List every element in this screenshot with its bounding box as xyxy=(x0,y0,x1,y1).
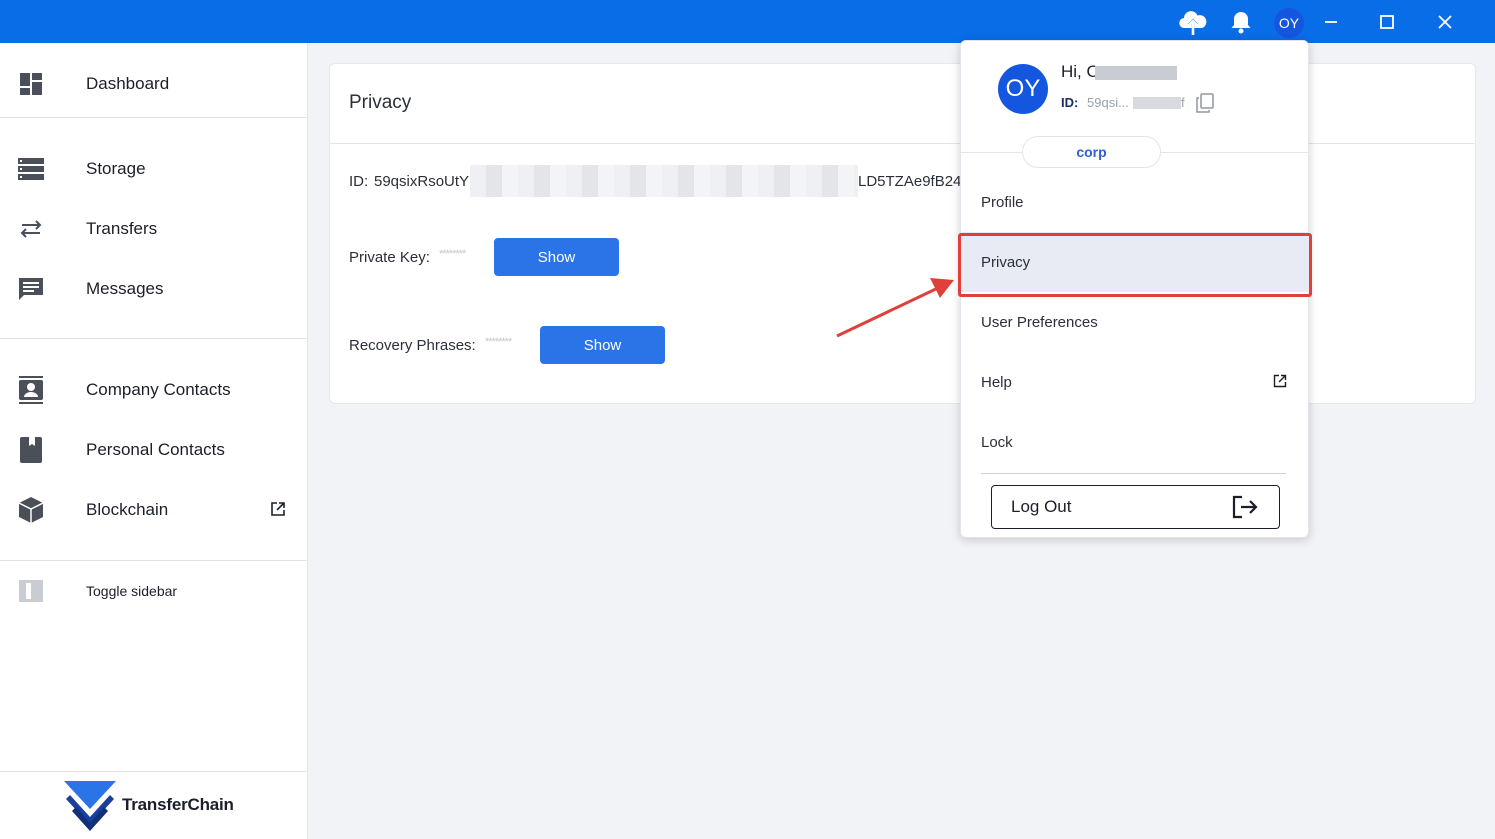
divider xyxy=(981,473,1286,474)
dropdown-avatar: OY xyxy=(998,64,1048,114)
private-key-masked: ******** xyxy=(439,248,466,260)
show-private-key-button[interactable]: Show xyxy=(494,238,619,276)
id-prefix: 59qsixRsoUtY xyxy=(374,173,470,190)
organization-label: corp xyxy=(1076,144,1107,160)
divider xyxy=(0,338,307,339)
personal-contacts-icon xyxy=(18,437,44,463)
logout-button[interactable]: Log Out xyxy=(991,485,1280,529)
divider xyxy=(0,771,307,772)
toggle-sidebar-button[interactable]: Toggle sidebar xyxy=(0,566,307,616)
sidebar-item-messages[interactable]: Messages xyxy=(0,264,307,314)
dropdown-id-value: 59qsi... xyxy=(1087,95,1129,110)
greeting: Hi, O xyxy=(1061,62,1100,81)
menu-item-label: User Preferences xyxy=(981,313,1098,331)
menu-item-label: Help xyxy=(981,373,1012,391)
sidebar-item-dashboard[interactable]: Dashboard xyxy=(0,59,307,109)
page-title: Privacy xyxy=(349,92,412,113)
sidebar-item-personal-contacts[interactable]: Personal Contacts xyxy=(0,425,307,475)
sidebar-toggle-icon xyxy=(18,578,44,604)
copy-icon[interactable] xyxy=(1195,93,1215,113)
show-label: Show xyxy=(537,248,576,266)
cloud-upload-icon[interactable] xyxy=(1169,0,1217,43)
external-link-icon xyxy=(1273,374,1289,390)
storage-icon xyxy=(18,156,44,182)
title-bar: OY xyxy=(0,0,1495,43)
menu-item-help[interactable]: Help xyxy=(961,352,1310,412)
id-suffix: LD5TZAe9fB24 xyxy=(858,173,962,190)
name-redaction xyxy=(1095,66,1177,80)
menu-item-label: Lock xyxy=(981,433,1013,451)
company-contacts-icon xyxy=(18,376,44,404)
sidebar-item-transfers[interactable]: Transfers xyxy=(0,204,307,254)
dashboard-icon xyxy=(18,71,44,97)
id-redaction xyxy=(470,165,858,197)
close-icon[interactable] xyxy=(1421,0,1469,43)
sidebar-item-label: Messages xyxy=(86,279,164,298)
sidebar-item-label: Company Contacts xyxy=(86,380,231,399)
transferchain-logo-icon xyxy=(64,781,116,831)
divider xyxy=(0,560,307,561)
private-key-label: Private Key: xyxy=(349,249,430,266)
messages-icon xyxy=(18,276,44,302)
maximize-icon[interactable] xyxy=(1363,0,1411,43)
toggle-sidebar-label: Toggle sidebar xyxy=(86,583,178,599)
recovery-phrases-label: Recovery Phrases: xyxy=(349,337,476,354)
id-redaction xyxy=(1133,97,1181,109)
recovery-phrases-masked: ******** xyxy=(485,336,512,348)
menu-item-user-preferences[interactable]: User Preferences xyxy=(961,292,1310,352)
show-label: Show xyxy=(583,336,622,354)
sidebar-item-label: Storage xyxy=(86,159,146,178)
menu-item-lock[interactable]: Lock xyxy=(961,412,1310,472)
bell-icon[interactable] xyxy=(1217,0,1265,43)
menu-item-label: Profile xyxy=(981,193,1024,211)
logout-label: Log Out xyxy=(1011,497,1072,516)
avatar-button[interactable]: OY xyxy=(1274,8,1304,38)
transfers-icon xyxy=(18,216,44,242)
transferchain-logo: TransferChain xyxy=(62,779,234,831)
divider xyxy=(0,117,307,118)
sidebar-item-blockchain[interactable]: Blockchain xyxy=(0,485,307,535)
sidebar-item-label: Personal Contacts xyxy=(86,440,225,459)
show-recovery-phrases-button[interactable]: Show xyxy=(540,326,665,364)
organization-badge[interactable]: corp xyxy=(1022,136,1161,168)
logo-text: TransferChain xyxy=(122,795,234,814)
annotation-arrow xyxy=(836,278,954,338)
sidebar-item-company-contacts[interactable]: Company Contacts xyxy=(0,365,307,415)
minimize-icon[interactable] xyxy=(1307,0,1355,43)
sidebar-item-storage[interactable]: Storage xyxy=(0,144,307,194)
external-link-icon xyxy=(270,501,288,519)
sidebar: Dashboard Storage Transfers Messages Com… xyxy=(0,43,308,839)
logout-icon xyxy=(1231,494,1259,525)
id-label: ID: xyxy=(349,173,369,190)
sidebar-item-label: Transfers xyxy=(86,219,158,238)
blockchain-icon xyxy=(18,497,44,523)
dropdown-id-label: ID: xyxy=(1061,95,1079,110)
annotation-highlight xyxy=(958,233,1312,297)
menu-item-profile[interactable]: Profile xyxy=(961,172,1310,232)
sidebar-item-label: Blockchain xyxy=(86,500,169,519)
sidebar-item-label: Dashboard xyxy=(86,74,170,93)
avatar-initials: OY xyxy=(1005,75,1041,102)
dropdown-id-tail: f xyxy=(1181,95,1185,110)
avatar-initials: OY xyxy=(1278,15,1300,31)
